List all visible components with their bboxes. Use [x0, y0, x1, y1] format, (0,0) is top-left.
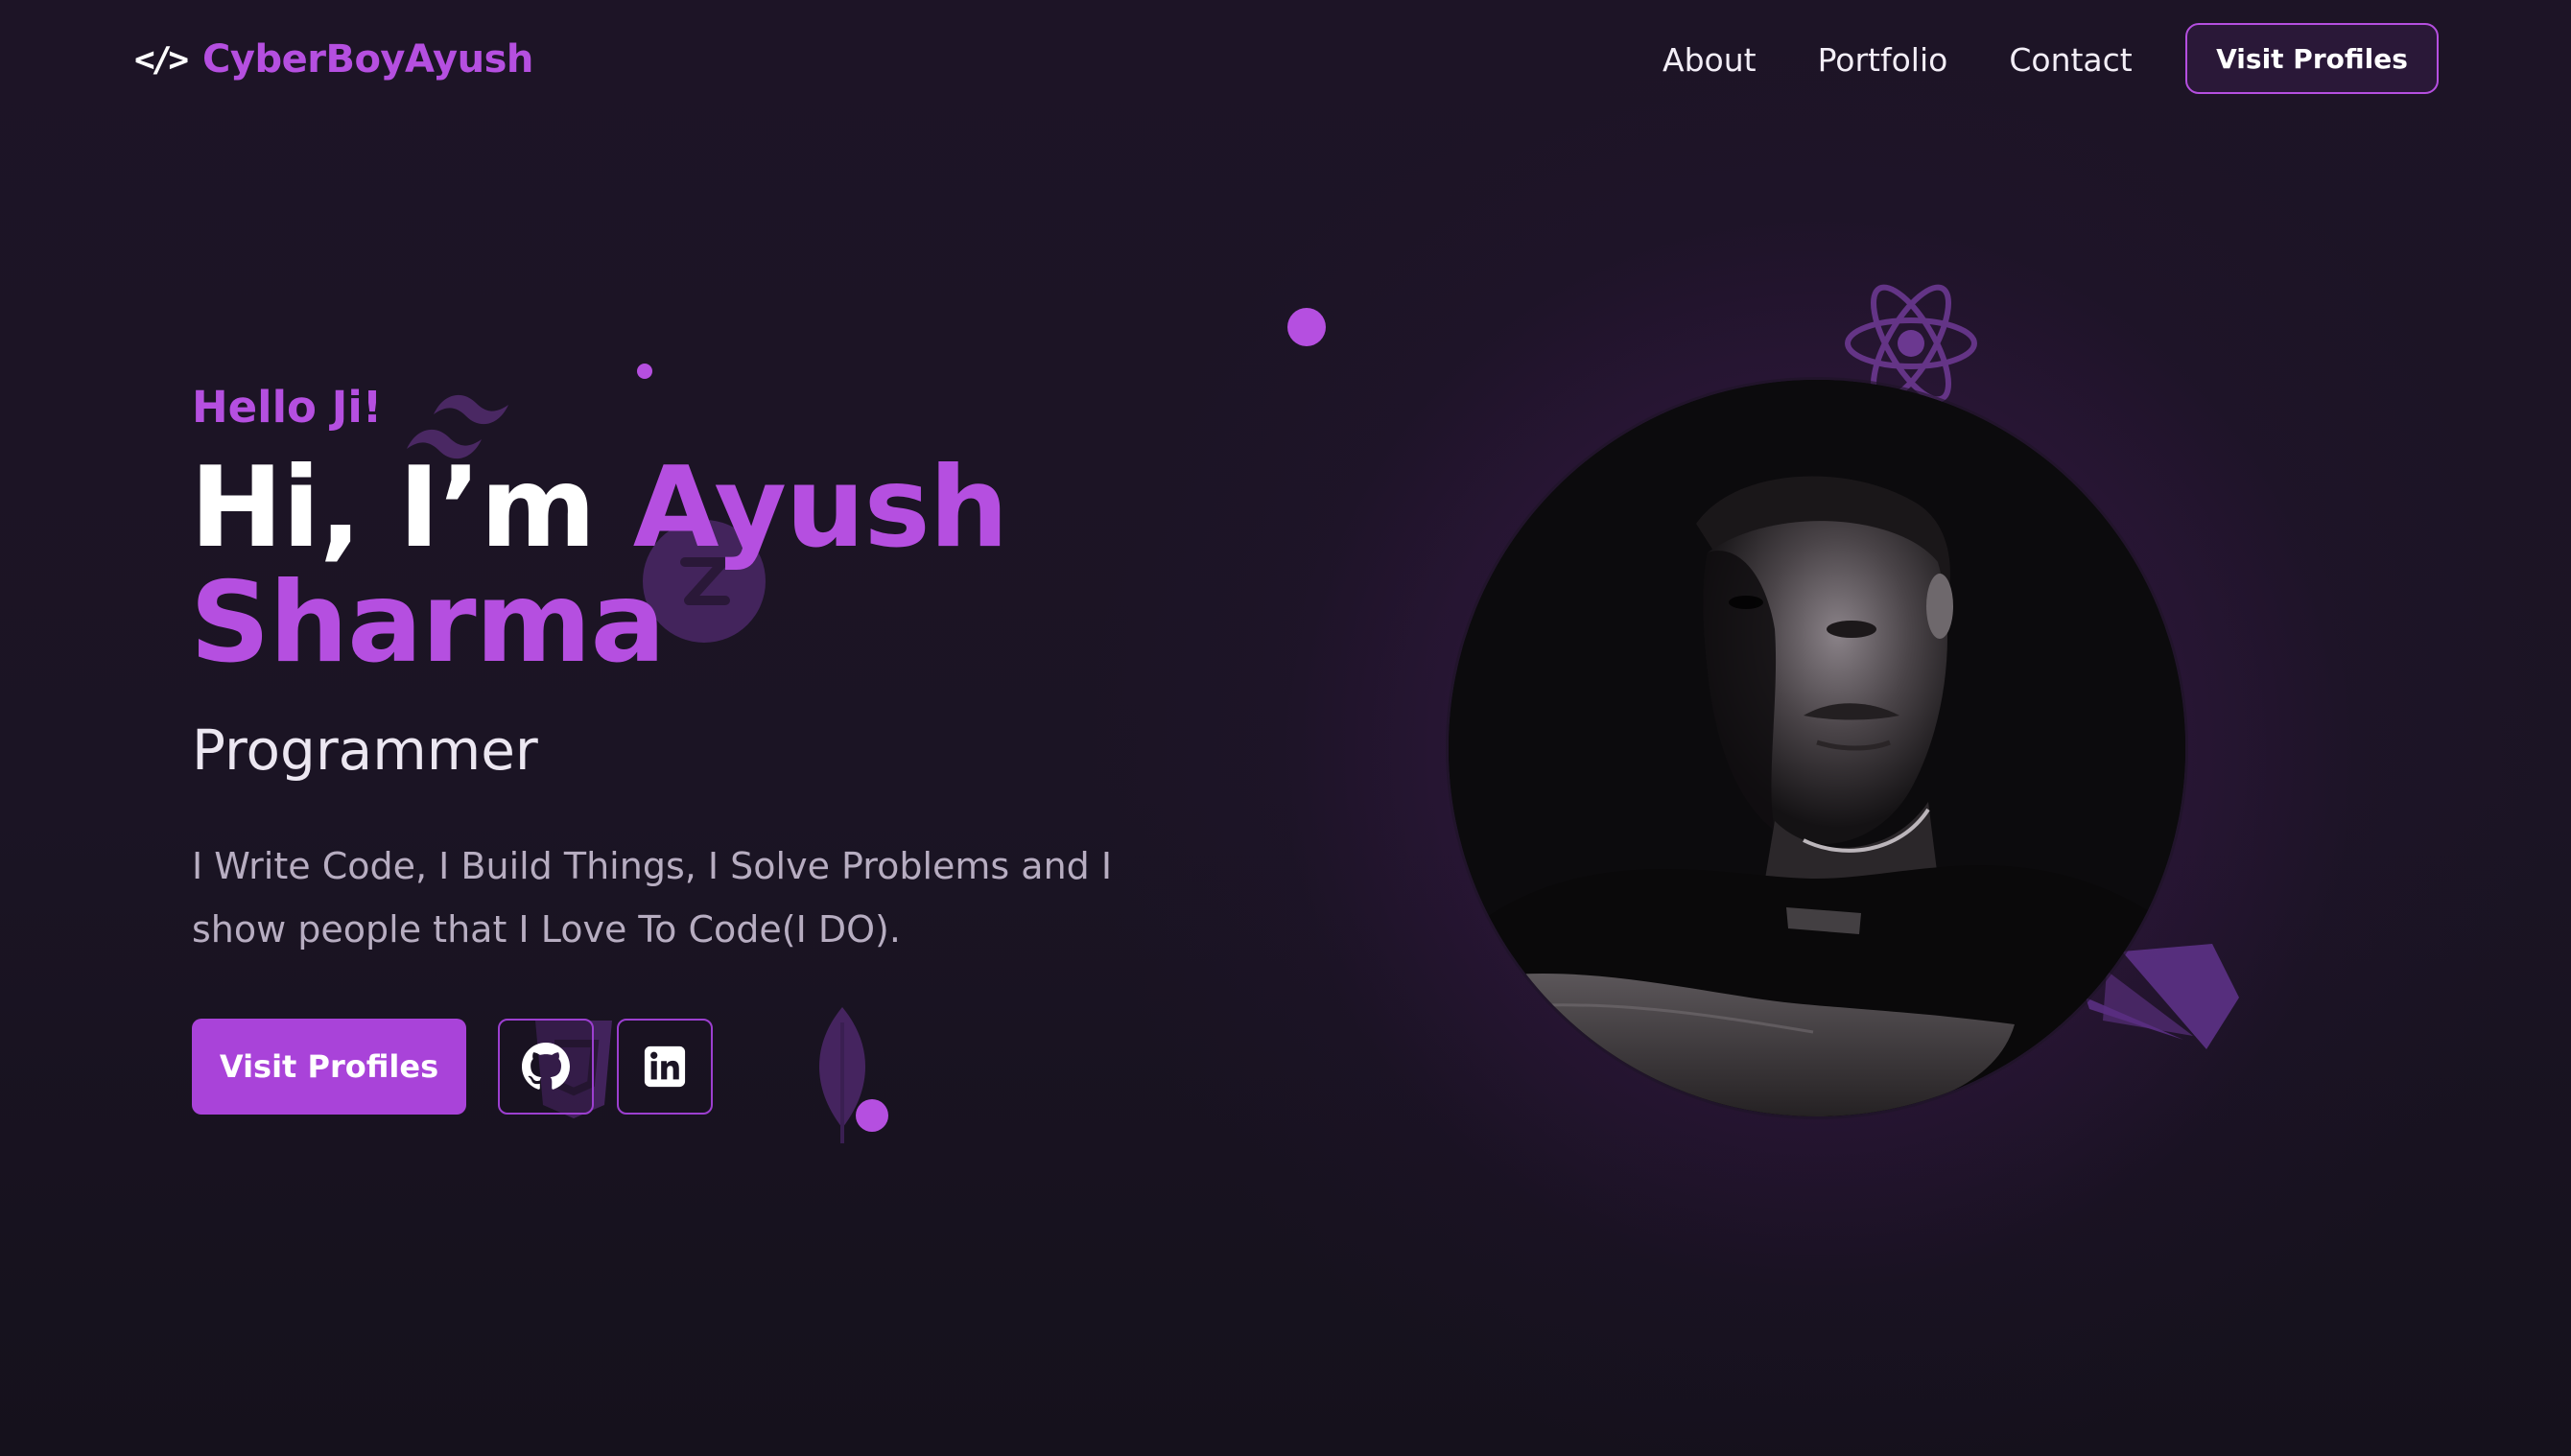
hero-title: Hi, I’m Ayush Sharma [190, 451, 1053, 681]
main-nav: About Portfolio Contact [1663, 35, 2194, 84]
nav-visit-profiles-button[interactable]: Visit Profiles [2185, 23, 2439, 94]
decorative-dot [856, 1099, 888, 1132]
linkedin-icon [644, 1045, 686, 1088]
visit-profiles-button[interactable]: Visit Profiles [192, 1019, 466, 1115]
linkedin-button[interactable] [617, 1019, 713, 1115]
github-button[interactable] [498, 1019, 594, 1115]
role-text: Programmer [192, 717, 538, 783]
nav-link-portfolio[interactable]: Portfolio [1818, 41, 1948, 79]
decorative-dot [637, 364, 652, 379]
github-icon [522, 1043, 570, 1090]
greeting: Hello Ji! [192, 382, 383, 433]
hero-title-prefix: Hi, I’m [190, 443, 633, 573]
nav-link-about[interactable]: About [1663, 41, 1757, 79]
site-logo[interactable]: </> CyberBoyAyush [134, 35, 533, 84]
profile-portrait-image [1449, 380, 2185, 1116]
logo-text: CyberBoyAyush [202, 37, 533, 82]
decorative-dot [1287, 308, 1326, 346]
nav-link-contact[interactable]: Contact [2009, 41, 2132, 79]
profile-photo [1449, 380, 2185, 1116]
bio-text: I Write Code, I Build Things, I Solve Pr… [192, 845, 1113, 951]
code-icon: </> [134, 39, 189, 80]
